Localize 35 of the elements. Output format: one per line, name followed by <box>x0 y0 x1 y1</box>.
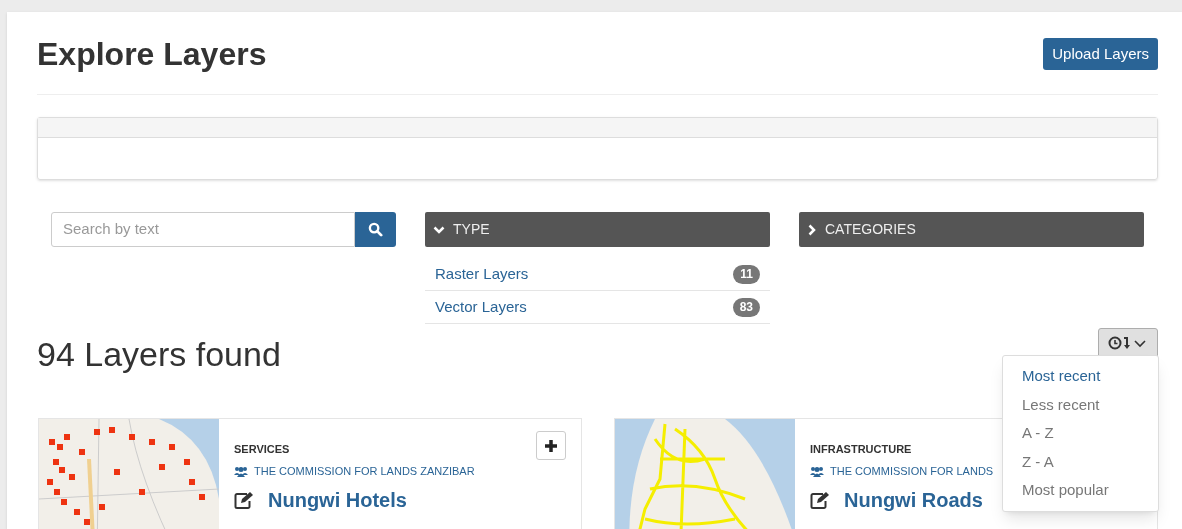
page-title: Explore Layers <box>37 35 267 74</box>
clock-sort-icon <box>1108 335 1148 351</box>
upload-layers-button[interactable]: Upload Layers <box>1043 38 1158 70</box>
sort-option[interactable]: A - Z <box>1003 419 1158 448</box>
search-icon <box>368 222 383 237</box>
results-count: 94 Layers found <box>37 334 281 375</box>
edit-icon[interactable] <box>810 491 830 509</box>
sort-option[interactable]: Most recent <box>1003 362 1158 391</box>
layer-title-link[interactable]: Nungwi Roads <box>844 487 983 513</box>
filter-option-link[interactable]: Raster Layers <box>435 262 529 286</box>
search-button[interactable] <box>355 212 396 247</box>
count-badge: 11 <box>733 264 760 284</box>
search-field[interactable]: Search by text <box>51 212 355 247</box>
layer-owner-link[interactable]: THE COMMISSION FOR LANDS <box>830 464 994 478</box>
filter-label: TYPE <box>453 220 490 239</box>
users-icon <box>810 465 824 477</box>
sort-option[interactable]: Most popular <box>1003 476 1158 505</box>
filter-header[interactable]: CATEGORIES <box>799 212 1144 247</box>
filter-option-link[interactable]: Vector Layers <box>435 295 527 319</box>
plus-icon <box>544 438 558 453</box>
layer-owner-link[interactable]: THE COMMISSION FOR LANDS ZANZIBAR <box>254 464 475 478</box>
filter-header[interactable]: TYPE <box>425 212 770 247</box>
add-layer-button[interactable] <box>536 431 566 460</box>
sort-option[interactable]: Less recent <box>1003 390 1158 419</box>
sort-button[interactable] <box>1098 328 1158 358</box>
filter-label: CATEGORIES <box>825 220 916 239</box>
layer-category: SERVICES <box>234 442 291 456</box>
edit-icon[interactable] <box>234 491 254 509</box>
chevron-right-icon <box>807 223 817 236</box>
layer-title-link[interactable]: Nungwi Hotels <box>268 487 407 513</box>
users-icon <box>234 465 248 477</box>
layer-category: INFRASTRUCTURE <box>810 442 913 456</box>
chevron-down-icon <box>433 224 445 235</box>
sort-option[interactable]: Z - A <box>1003 447 1158 476</box>
count-badge: 83 <box>732 297 760 317</box>
